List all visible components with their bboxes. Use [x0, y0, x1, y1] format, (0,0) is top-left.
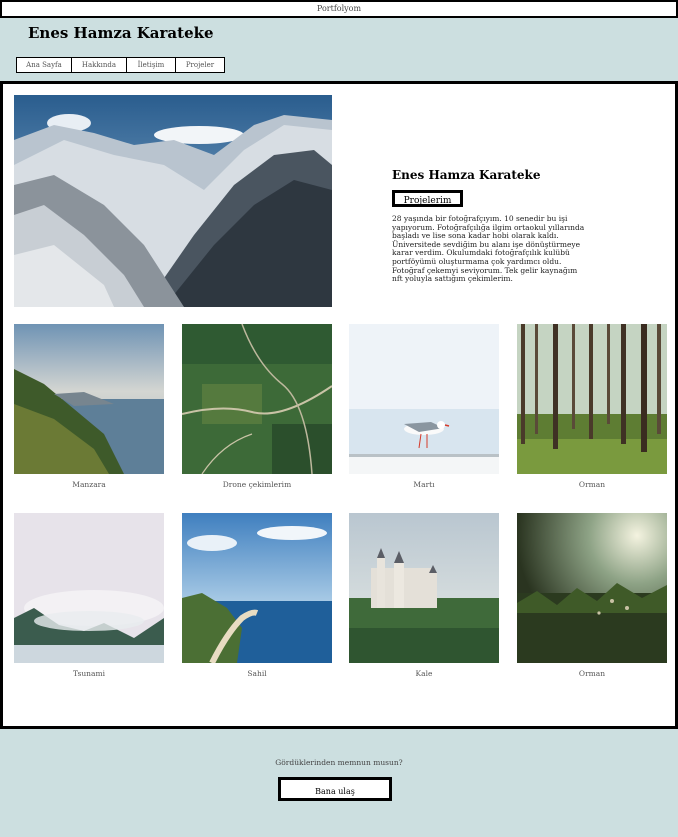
tsunami-image [14, 513, 164, 663]
gallery-card[interactable]: Orman [517, 324, 667, 489]
nav-item-projects[interactable]: Projeler [176, 57, 225, 73]
gallery-card[interactable]: Orman [517, 513, 667, 678]
hero-name: Enes Hamza Karateke [392, 168, 541, 182]
footer-question: Gördüklerinden memnun musun? [275, 758, 403, 767]
drone-image [182, 324, 332, 474]
nav-item-contact[interactable]: İletişim [127, 57, 176, 73]
gallery-card[interactable]: Kale [349, 513, 499, 678]
meadow-image [517, 513, 667, 663]
projects-button[interactable]: Projelerim [392, 190, 463, 207]
gallery-caption: Manzara [72, 480, 106, 489]
gallery-caption: Martı [413, 480, 435, 489]
site-title: Portfolyom [316, 4, 362, 13]
gallery-card[interactable]: Sahil [182, 513, 332, 678]
gallery-card[interactable]: Drone çekimlerim [182, 324, 332, 489]
nav-item-home[interactable]: Ana Sayfa [16, 57, 72, 73]
gallery-caption: Kale [415, 669, 433, 678]
main-nav: Ana Sayfa Hakkında İletişim Projeler [16, 57, 225, 73]
beach-image [182, 513, 332, 663]
landscape-image [14, 324, 164, 474]
gallery-card[interactable]: Manzara [14, 324, 164, 489]
forest-image [517, 324, 667, 474]
hero-info: Enes Hamza Karateke Projelerim 28 yaşınd… [392, 168, 592, 284]
gallery-caption: Drone çekimlerim [222, 480, 292, 489]
contact-me-button[interactable]: Bana ulaş [278, 777, 392, 801]
nav-item-about[interactable]: Hakkında [72, 57, 127, 73]
gallery-card[interactable]: Tsunami [14, 513, 164, 678]
top-title-bar: Portfolyom [0, 0, 678, 18]
brand-name[interactable]: Enes Hamza Karateke [28, 24, 214, 42]
gallery-caption: Tsunami [73, 669, 105, 678]
gallery-caption: Orman [578, 480, 606, 489]
gallery-caption: Sahil [247, 669, 267, 678]
gallery-caption: Orman [578, 669, 606, 678]
main-content: Enes Hamza Karateke Projelerim 28 yaşınd… [0, 81, 678, 729]
hero-mountain-image [14, 95, 332, 307]
seagull-image [349, 324, 499, 474]
gallery-card[interactable]: Martı [349, 324, 499, 489]
castle-image [349, 513, 499, 663]
hero-description: 28 yaşında bir fotoğrafçıyım. 10 senedir… [392, 214, 585, 284]
